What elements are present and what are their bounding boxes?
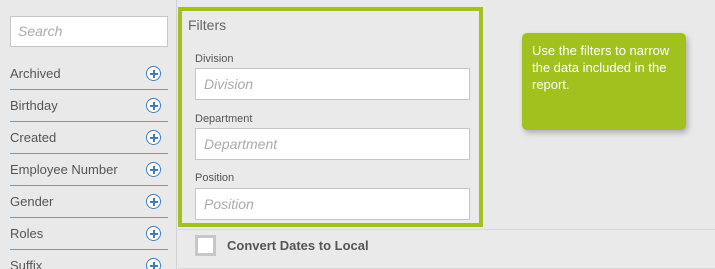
field-label: Employee Number	[10, 162, 118, 177]
field-label: Suffix	[10, 258, 43, 269]
plus-circle-icon[interactable]	[146, 258, 161, 269]
field-item-employee-number[interactable]: Employee Number	[10, 154, 168, 186]
field-label: Created	[10, 130, 57, 145]
field-list-panel: Search Archived Birthday Created Employe…	[0, 0, 177, 269]
convert-dates-row: Convert Dates to Local	[178, 229, 715, 269]
field-label: Roles	[10, 226, 44, 241]
position-label: Position	[195, 172, 235, 184]
plus-circle-icon[interactable]	[146, 130, 161, 145]
search-input[interactable]: Search	[10, 16, 168, 47]
field-label: Archived	[10, 66, 61, 81]
field-label: Gender	[10, 194, 54, 209]
division-input[interactable]: Division	[195, 68, 470, 100]
division-label: Division	[195, 53, 234, 65]
field-item-birthday[interactable]: Birthday	[10, 90, 168, 122]
field-item-created[interactable]: Created	[10, 122, 168, 154]
plus-circle-icon[interactable]	[146, 194, 161, 209]
field-item-suffix[interactable]: Suffix	[10, 250, 168, 269]
convert-dates-checkbox[interactable]	[195, 235, 216, 256]
convert-dates-label: Convert Dates to Local	[227, 238, 369, 253]
plus-circle-icon[interactable]	[146, 66, 161, 81]
plus-circle-icon[interactable]	[146, 98, 161, 113]
plus-circle-icon[interactable]	[146, 162, 161, 177]
plus-circle-icon[interactable]	[146, 226, 161, 241]
position-input[interactable]: Position	[195, 188, 470, 220]
field-list: Archived Birthday Created Employee Numbe…	[10, 58, 168, 269]
filters-title: Filters	[188, 17, 227, 33]
tooltip-callout: Use the filters to narrow the data inclu…	[522, 33, 686, 130]
field-item-archived[interactable]: Archived	[10, 58, 168, 90]
filters-panel: Filters Division Division Department Dep…	[178, 7, 483, 227]
field-item-roles[interactable]: Roles	[10, 218, 168, 250]
field-item-gender[interactable]: Gender	[10, 186, 168, 218]
department-label: Department	[195, 113, 253, 125]
field-label: Birthday	[10, 98, 58, 113]
department-input[interactable]: Department	[195, 128, 470, 160]
